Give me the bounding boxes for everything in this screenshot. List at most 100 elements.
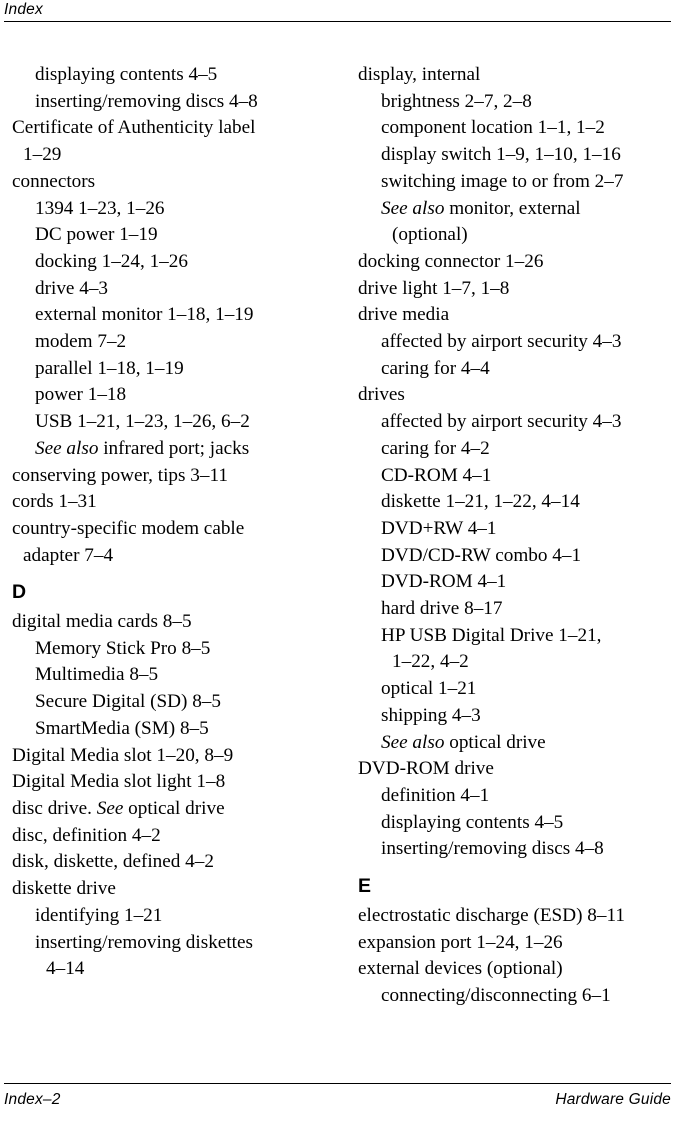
index-entry-text: USB 1–21, 1–23, 1–26, 6–2 — [35, 411, 250, 433]
index-entry-text: modem 7–2 — [35, 331, 127, 353]
index-subentry: DVD-ROM 4–1 — [358, 569, 675, 596]
index-entry-text: shipping 4–3 — [381, 704, 481, 726]
index-entry: DVD-ROM drive — [358, 756, 675, 783]
index-entry-text: disk, diskette, defined 4–2 — [12, 851, 214, 873]
index-subentry: optical 1–21 — [358, 676, 675, 703]
index-entry-text: 1–22, 4–2 — [392, 651, 469, 673]
index-entry-text: drive media — [358, 304, 450, 326]
header-rule — [4, 21, 671, 22]
index-entry: adapter 7–4 — [12, 543, 330, 570]
letter-heading-spacer — [358, 863, 675, 873]
index-entry-text: definition 4–1 — [381, 784, 490, 806]
index-subentry: inserting/removing discs 4–8 — [358, 836, 675, 863]
index-subentry: caring for 4–4 — [358, 356, 675, 383]
index-subentry: affected by airport security 4–3 — [358, 409, 675, 436]
index-subentry: USB 1–21, 1–23, 1–26, 6–2 — [12, 409, 330, 436]
index-subentry: display switch 1–9, 1–10, 1–16 — [358, 142, 675, 169]
index-subentry: (optional) — [358, 222, 675, 249]
index-entry-text: display switch 1–9, 1–10, 1–16 — [381, 144, 621, 166]
footer-row: Index–2 Hardware Guide — [4, 1090, 671, 1110]
index-entry-text: digital media cards 8–5 — [12, 611, 192, 633]
index-subentry: SmartMedia (SM) 8–5 — [12, 716, 330, 743]
index-entry-text: docking 1–24, 1–26 — [35, 250, 188, 272]
index-entry-text: drive 4–3 — [35, 277, 109, 299]
index-entry-text: drives — [358, 384, 405, 406]
index-subentry: shipping 4–3 — [358, 703, 675, 730]
index-subentry: Secure Digital (SD) 8–5 — [12, 689, 330, 716]
index-subentry: docking 1–24, 1–26 — [12, 249, 330, 276]
index-entry-text: cords 1–31 — [12, 491, 97, 513]
index-entry-text: switching image to or from 2–7 — [381, 170, 624, 192]
index-subentry: external monitor 1–18, 1–19 — [12, 302, 330, 329]
index-entry: docking connector 1–26 — [358, 249, 675, 276]
index-entry-text: affected by airport security 4–3 — [381, 411, 622, 433]
index-entry-text: HP USB Digital Drive 1–21, — [381, 624, 602, 646]
index-entry-text: Certificate of Authenticity label — [12, 117, 256, 139]
index-entry-text: drive light 1–7, 1–8 — [358, 277, 510, 299]
page-footer: Index–2 Hardware Guide — [4, 1083, 671, 1123]
index-entry: external devices (optional) — [358, 956, 675, 983]
index-entry-text: component location 1–1, 1–2 — [381, 117, 605, 139]
index-entry-text: SmartMedia (SM) 8–5 — [35, 717, 209, 739]
index-subentry: caring for 4–2 — [358, 436, 675, 463]
index-entry-text: DVD-ROM 4–1 — [381, 571, 507, 593]
index-entry-text: Digital Media slot 1–20, 8–9 — [12, 744, 234, 766]
index-cross-reference: See also — [381, 731, 445, 753]
index-entry-text: 1394 1–23, 1–26 — [35, 197, 165, 219]
index-entry-text: brightness 2–7, 2–8 — [381, 90, 532, 112]
index-entry: digital media cards 8–5 — [12, 609, 330, 636]
index-subentry: HP USB Digital Drive 1–21, — [358, 623, 675, 650]
index-page: Index displaying contents 4–5 inserting/r… — [0, 0, 675, 1134]
index-entry-text: power 1–18 — [35, 384, 127, 406]
index-subentry: parallel 1–18, 1–19 — [12, 356, 330, 383]
index-subentry: 4–14 — [12, 956, 330, 983]
index-entry: Digital Media slot 1–20, 8–9 — [12, 743, 330, 770]
index-entry: inserting/removing discs 4–8 — [12, 89, 330, 116]
index-entry: country-specific modem cable — [12, 516, 330, 543]
index-subentry: See also monitor, external — [358, 196, 675, 223]
index-entry-text: hard drive 8–17 — [381, 598, 503, 620]
index-subentry: 1394 1–23, 1–26 — [12, 196, 330, 223]
index-entry: Certificate of Authenticity label — [12, 115, 330, 142]
index-entry-text: (optional) — [392, 224, 468, 246]
index-entry: connectors — [12, 169, 330, 196]
index-entry-text: external devices (optional) — [358, 958, 563, 980]
letter-heading-spacer — [12, 569, 330, 579]
index-entry-text: Digital Media slot light 1–8 — [12, 771, 226, 793]
index-entry-text: affected by airport security 4–3 — [381, 331, 622, 353]
index-subentry: affected by airport security 4–3 — [358, 329, 675, 356]
index-entry-text: 4–14 — [46, 958, 85, 980]
index-subentry: DVD+RW 4–1 — [358, 516, 675, 543]
index-entry: 1–29 — [12, 142, 330, 169]
index-entry-text: electrostatic discharge (ESD) 8–11 — [358, 904, 625, 926]
index-entry-text: disc drive. — [12, 797, 97, 819]
index-entry-text: conserving power, tips 3–11 — [12, 464, 228, 486]
index-entry-text: DVD-ROM drive — [358, 758, 494, 780]
index-subentry: See also optical drive — [358, 730, 675, 757]
running-head-title: Index — [4, 1, 43, 18]
index-subentry: diskette 1–21, 1–22, 4–14 — [358, 489, 675, 516]
index-entry: drive media — [358, 302, 675, 329]
index-subentry: power 1–18 — [12, 382, 330, 409]
index-cross-reference: See also — [35, 437, 99, 459]
index-entry-text: caring for 4–4 — [381, 357, 490, 379]
index-subentry: modem 7–2 — [12, 329, 330, 356]
index-column-right: display, internal brightness 2–7, 2–8 comp… — [358, 62, 675, 1010]
index-entry-text: monitor, external — [444, 197, 581, 219]
index-entry-text: CD-ROM 4–1 — [381, 464, 492, 486]
index-entry: cords 1–31 — [12, 489, 330, 516]
index-entry: Digital Media slot light 1–8 — [12, 769, 330, 796]
index-entry: displaying contents 4–5 — [12, 62, 330, 89]
index-entry-text: infrared port; jacks — [98, 437, 250, 459]
index-entry-text: disc, definition 4–2 — [12, 824, 161, 846]
index-subentry: connecting/disconnecting 6–1 — [358, 983, 675, 1010]
index-entry-text: inserting/removing discs 4–8 — [381, 838, 604, 860]
index-entry-text: adapter 7–4 — [23, 544, 114, 566]
index-entry-text: country-specific modem cable — [12, 517, 245, 539]
index-entry-text: diskette 1–21, 1–22, 4–14 — [381, 491, 580, 513]
index-cross-reference: See — [96, 797, 124, 819]
index-cross-reference: See also — [381, 197, 445, 219]
index-entry-text: Memory Stick Pro 8–5 — [35, 637, 211, 659]
index-entry-text: external monitor 1–18, 1–19 — [35, 304, 254, 326]
index-subentry: DVD/CD-RW combo 4–1 — [358, 543, 675, 570]
